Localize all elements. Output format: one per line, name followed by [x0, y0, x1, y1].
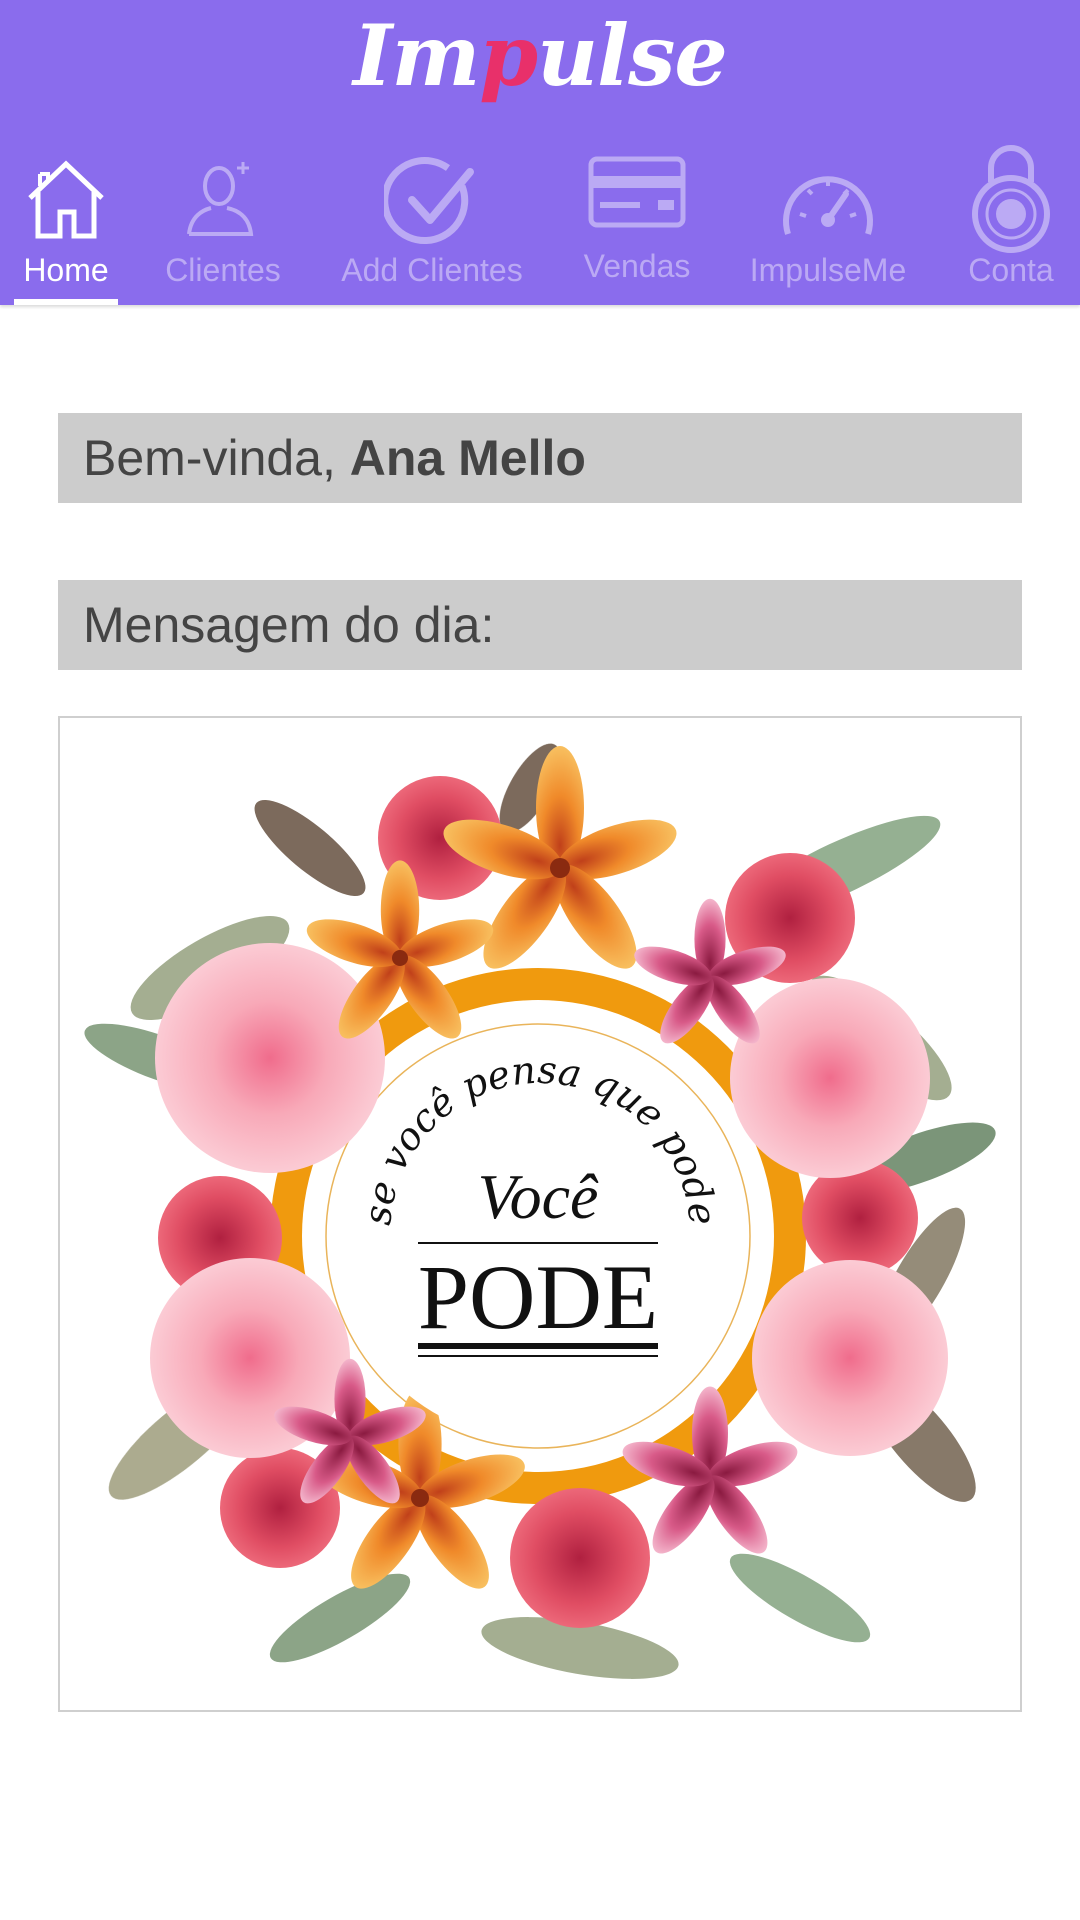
tab-add-clientes-label: Add Clientes: [341, 252, 523, 288]
home-icon: [28, 160, 104, 239]
credit-card-icon: [588, 156, 686, 228]
active-tab-indicator: [14, 299, 118, 305]
message-heading-text: Mensagem do dia:: [83, 597, 495, 653]
tab-conta[interactable]: Conta: [956, 145, 1066, 305]
floral-wreath-illustration: se você pensa que pode Você PODE: [84, 743, 996, 1679]
message-line2: PODE: [418, 1246, 658, 1348]
check-circle-icon: [384, 157, 474, 245]
user-name: Ana Mello: [349, 430, 586, 486]
message-heading: Mensagem do dia:: [58, 580, 1022, 670]
tab-clientes-label: Clientes: [165, 252, 281, 288]
tab-conta-label: Conta: [968, 252, 1054, 288]
tab-clientes[interactable]: Clientes: [158, 150, 288, 305]
tab-home[interactable]: Home: [14, 150, 118, 305]
tab-vendas-label: Vendas: [583, 248, 691, 284]
welcome-banner: Bem-vinda, Ana Mello: [58, 413, 1022, 503]
speedometer-icon: [783, 176, 873, 235]
tab-add-clientes[interactable]: Add Clientes: [332, 150, 532, 305]
padlock-icon: [972, 145, 1050, 253]
nav-tabs: Home Clientes Add Clientes Vendas Impuls…: [0, 145, 1080, 305]
tab-impulseme-label: ImpulseMe: [749, 252, 907, 288]
app-header: Impulse Home Clientes Add Clientes Venda…: [0, 0, 1080, 305]
app-logo: Impulse: [353, 6, 728, 105]
tab-home-label: Home: [23, 252, 109, 288]
message-line1: Você: [478, 1161, 599, 1232]
user-plus-icon: [187, 162, 254, 236]
tab-impulseme[interactable]: ImpulseMe: [742, 150, 914, 305]
message-of-the-day-image: se você pensa que pode Você PODE: [58, 716, 1022, 1712]
greeting-text: Bem-vinda,: [83, 430, 350, 486]
tab-vendas[interactable]: Vendas: [570, 150, 704, 305]
